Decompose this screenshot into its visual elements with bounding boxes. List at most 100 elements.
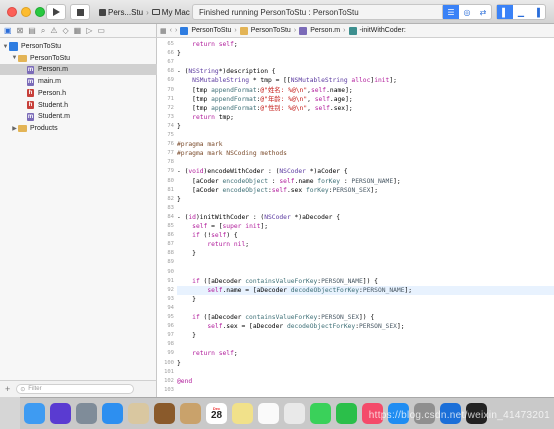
project-navigator-icon[interactable]: ▣: [4, 26, 12, 35]
code-line[interactable]: - (id)initWithCoder : (NSCoder *)aDecode…: [177, 213, 554, 222]
folder-icon: [18, 54, 27, 62]
related-items-icon[interactable]: ▦: [160, 27, 167, 35]
jump-symbol[interactable]: -initWithCoder:: [360, 27, 406, 34]
navigator-item[interactable]: ▼ PersonToStu: [0, 53, 167, 64]
jump-file[interactable]: Person.m: [310, 27, 340, 34]
navigator-toggle-icon[interactable]: ▌: [497, 5, 513, 19]
messages-icon[interactable]: [310, 403, 331, 424]
report-navigator-icon[interactable]: ▭: [97, 26, 105, 35]
navigator-item[interactable]: m Person.m: [0, 64, 176, 76]
code-line[interactable]: [tmp appendFormat:@"性别: %@\n", self.sex]…: [177, 104, 554, 113]
zoom-window-button[interactable]: [35, 7, 45, 17]
navigator-item[interactable]: h Person.h: [0, 88, 176, 99]
code-line[interactable]: [177, 340, 554, 349]
disclosure-down-icon[interactable]: ▼: [11, 55, 18, 61]
code-line[interactable]: }: [177, 249, 554, 258]
add-file-icon[interactable]: +: [5, 384, 10, 394]
filter-input[interactable]: ⊙ Filter: [16, 384, 135, 394]
standard-editor-icon[interactable]: ☰: [443, 5, 459, 19]
siri-icon[interactable]: [50, 403, 71, 424]
code-line[interactable]: self = [super init];: [177, 222, 554, 231]
code-line[interactable]: [177, 58, 554, 67]
stickies-icon[interactable]: [232, 403, 253, 424]
code-line[interactable]: }: [177, 195, 554, 204]
code-line[interactable]: #pragma mark NSCoding methods: [177, 149, 554, 158]
contacts-icon[interactable]: [180, 403, 201, 424]
issue-navigator-icon[interactable]: ⚠: [50, 26, 57, 35]
code-line[interactable]: #pragma mark: [177, 140, 554, 149]
code-line[interactable]: return nil;: [177, 240, 554, 249]
code-line[interactable]: [aCoder encodeObject : self.name forKey …: [177, 177, 554, 186]
stop-button[interactable]: [70, 4, 90, 20]
navigator-item[interactable]: ▶ Products: [0, 123, 167, 134]
code-line[interactable]: [177, 158, 554, 167]
version-editor-icon[interactable]: ⇄: [475, 5, 491, 19]
code-line[interactable]: [tmp appendFormat:@"姓名: %@\n",self.name]…: [177, 86, 554, 95]
code-line[interactable]: }: [177, 359, 554, 368]
code-line[interactable]: return self;: [177, 40, 554, 49]
facetime-icon[interactable]: [336, 403, 357, 424]
code-line[interactable]: if ([aDecoder containsValueForKey:PERSON…: [177, 313, 554, 322]
symbol-navigator-icon[interactable]: ▤: [28, 26, 36, 35]
find-navigator-icon[interactable]: ⌕: [41, 26, 45, 36]
code-line[interactable]: [177, 204, 554, 213]
code-line[interactable]: NSMutableString * tmp = [[NSMutableStrin…: [177, 76, 554, 85]
code-line[interactable]: if (!self) {: [177, 231, 554, 240]
code-line[interactable]: [177, 268, 554, 277]
editor-mode-control: ☰ ◎ ⇄: [442, 4, 492, 20]
utilities-toggle-icon[interactable]: ▐: [529, 5, 545, 19]
debug-navigator-icon[interactable]: ▦: [74, 26, 82, 35]
line-number: 69: [167, 77, 174, 84]
launchpad-icon[interactable]: [76, 403, 97, 424]
code-line[interactable]: return self;: [177, 349, 554, 358]
scheme-device[interactable]: My Mac: [149, 8, 193, 17]
safari-icon[interactable]: [102, 403, 123, 424]
source-control-icon[interactable]: ⊠: [17, 26, 24, 35]
jump-project[interactable]: PersonToStu: [191, 27, 231, 34]
code-line[interactable]: }: [177, 331, 554, 340]
current-code-line[interactable]: self.name = [aDecoder decodeObjectForKey…: [177, 285, 554, 295]
code-line[interactable]: [tmp appendFormat:@"年龄: %@\n", self.age]…: [177, 95, 554, 104]
scheme-selector[interactable]: Pers...Stu › My Mac: [96, 4, 193, 20]
reminders-icon[interactable]: [258, 403, 279, 424]
code-line[interactable]: - (void)encodeWithCoder : (NSCoder *)aCo…: [177, 167, 554, 176]
breakpoint-navigator-icon[interactable]: ▷: [86, 26, 92, 35]
photos-icon[interactable]: [284, 403, 305, 424]
photos-app-icon[interactable]: [128, 403, 149, 424]
calendar-icon[interactable]: Dec 28: [206, 403, 227, 424]
navigator-item[interactable]: m main.m: [0, 76, 176, 87]
debug-toggle-icon[interactable]: ▁: [513, 5, 529, 19]
test-navigator-icon[interactable]: ◇: [62, 26, 68, 35]
disclosure-down-icon[interactable]: ▼: [2, 44, 9, 50]
forward-icon[interactable]: ›: [175, 27, 177, 34]
code-line[interactable]: @end: [177, 377, 554, 386]
navigator-item[interactable]: ▼ PersonToStu: [0, 41, 158, 52]
code-line[interactable]: [aCoder encodeObject:self.sex forKey:PER…: [177, 186, 554, 195]
jump-group[interactable]: PersonToStu: [251, 27, 291, 34]
code-line[interactable]: [177, 368, 554, 377]
code-line[interactable]: return tmp;: [177, 113, 554, 122]
code-line[interactable]: - (NSString*)description {: [177, 67, 554, 76]
code-line[interactable]: [177, 258, 554, 267]
back-icon[interactable]: ‹: [170, 27, 172, 34]
run-button[interactable]: [46, 4, 66, 20]
navigator-item[interactable]: h Student.h: [0, 100, 176, 111]
code-line[interactable]: }: [177, 49, 554, 58]
code-line[interactable]: [177, 386, 554, 395]
finder-icon[interactable]: [24, 403, 45, 424]
scheme-target[interactable]: Pers...Stu: [96, 8, 146, 17]
assistant-editor-icon[interactable]: ◎: [459, 5, 475, 19]
minimize-window-button[interactable]: [21, 7, 31, 17]
mac-icon: [151, 9, 160, 15]
navigator-item[interactable]: m Student.m: [0, 111, 176, 122]
code-line[interactable]: [177, 131, 554, 140]
code-line[interactable]: }: [177, 295, 554, 304]
code-line[interactable]: [177, 304, 554, 313]
notes-app-icon[interactable]: [154, 403, 175, 424]
disclosure-right-icon[interactable]: ▶: [11, 125, 18, 132]
source-editor[interactable]: return self;} - (NSString*)description { …: [177, 38, 554, 397]
code-line[interactable]: }: [177, 122, 554, 131]
code-line[interactable]: if ([aDecoder containsValueForKey:PERSON…: [177, 277, 554, 286]
code-line[interactable]: self.sex = [aDecoder decodeObjectForKey:…: [177, 322, 554, 331]
close-window-button[interactable]: [7, 7, 17, 17]
